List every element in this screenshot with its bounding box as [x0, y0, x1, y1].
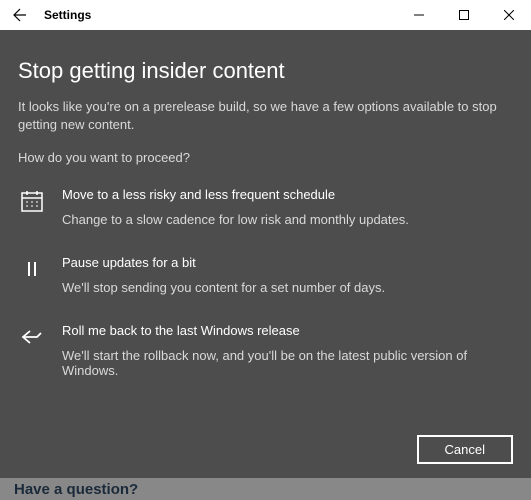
option-desc: We'll stop sending you content for a set… [62, 280, 513, 295]
dialog-footer: Cancel [18, 427, 513, 464]
option-desc: Change to a slow cadence for low risk an… [62, 212, 513, 227]
option-title: Roll me back to the last Windows release [62, 323, 513, 338]
pause-icon [18, 255, 46, 281]
dialog-intro: It looks like you're on a prerelease bui… [18, 98, 513, 134]
close-button[interactable] [486, 0, 531, 30]
option-title: Move to a less risky and less frequent s… [62, 187, 513, 202]
calendar-icon [18, 187, 46, 213]
maximize-button[interactable] [441, 0, 486, 30]
dialog-prompt: How do you want to proceed? [18, 150, 513, 165]
cancel-button[interactable]: Cancel [417, 435, 513, 464]
option-rollback[interactable]: Roll me back to the last Windows release… [18, 323, 513, 378]
close-icon [504, 10, 514, 20]
rollback-arrow-icon [18, 323, 46, 349]
option-title: Pause updates for a bit [62, 255, 513, 270]
option-text: Pause updates for a bit We'll stop sendi… [62, 255, 513, 295]
window-controls [396, 0, 531, 30]
background-question-heading: Have a question? [14, 481, 138, 498]
back-arrow-icon [12, 7, 28, 23]
option-desc: We'll start the rollback now, and you'll… [62, 348, 513, 378]
maximize-icon [459, 10, 469, 20]
dialog-heading: Stop getting insider content [18, 58, 513, 84]
option-pause-updates[interactable]: Pause updates for a bit We'll stop sendi… [18, 255, 513, 295]
insider-content-dialog: Stop getting insider content It looks li… [0, 30, 531, 478]
titlebar: Settings [0, 0, 531, 30]
option-text: Roll me back to the last Windows release… [62, 323, 513, 378]
window-title: Settings [40, 8, 396, 22]
back-button[interactable] [0, 0, 40, 30]
option-slow-schedule[interactable]: Move to a less risky and less frequent s… [18, 187, 513, 227]
minimize-icon [414, 10, 424, 20]
option-text: Move to a less risky and less frequent s… [62, 187, 513, 227]
minimize-button[interactable] [396, 0, 441, 30]
